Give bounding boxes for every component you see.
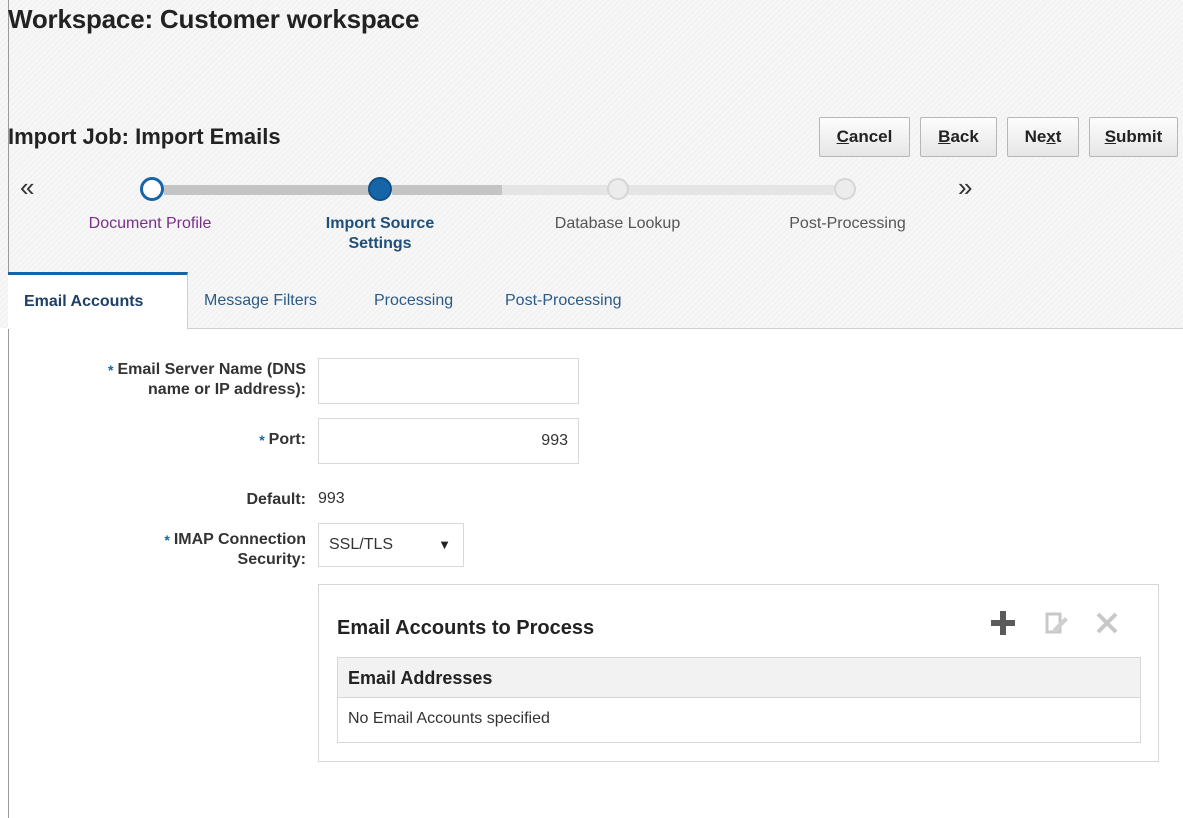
email-server-input[interactable] bbox=[318, 358, 579, 404]
cancel-mnemonic: C bbox=[836, 127, 849, 146]
imap-security-value: SSL/TLS bbox=[329, 536, 394, 553]
train-step-4-node[interactable] bbox=[834, 178, 856, 200]
required-marker: * bbox=[108, 362, 114, 378]
tab-message-filters[interactable]: Message Filters bbox=[204, 292, 317, 310]
email-accounts-panel: Email Accounts to Process Email Addresse… bbox=[318, 584, 1159, 762]
add-icon[interactable] bbox=[989, 609, 1017, 642]
email-accounts-panel-title: Email Accounts to Process bbox=[337, 617, 595, 639]
imap-security-label-line1: IMAP Connection bbox=[173, 531, 306, 548]
empty-table-message: No Email Accounts specified bbox=[348, 710, 550, 727]
tab-post-processing[interactable]: Post-Processing bbox=[505, 292, 622, 310]
train-next-arrow[interactable]: » bbox=[958, 174, 972, 200]
train-previous-arrow[interactable]: « bbox=[20, 174, 34, 200]
email-addresses-table: Email Addresses No Email Accounts specif… bbox=[337, 657, 1141, 743]
port-label-text: Port: bbox=[268, 431, 306, 448]
train-step-2-label-line2: Settings bbox=[348, 235, 412, 252]
next-mnemonic: x bbox=[1046, 127, 1056, 146]
cancel-label-rest: ancel bbox=[848, 127, 893, 146]
port-input[interactable] bbox=[318, 418, 579, 464]
next-label-post: t bbox=[1055, 127, 1062, 146]
left-border bbox=[8, 0, 9, 818]
train-connector-2a bbox=[392, 185, 502, 195]
train-connector-1 bbox=[164, 185, 378, 195]
imap-security-select[interactable]: SSL/TLS ▼ bbox=[318, 523, 464, 567]
edit-icon[interactable] bbox=[1043, 609, 1071, 642]
next-button[interactable]: Ne x t bbox=[1007, 117, 1079, 157]
server-name-label: * Email Server Name (DNS name or IP addre… bbox=[20, 360, 306, 400]
server-name-label-line2: name or IP address): bbox=[148, 381, 306, 398]
back-button[interactable]: Back bbox=[920, 117, 997, 157]
delete-icon[interactable] bbox=[1093, 609, 1121, 642]
submit-label-rest: ubmit bbox=[1116, 127, 1163, 146]
submit-button[interactable]: Submit bbox=[1089, 117, 1178, 157]
email-addresses-column-header[interactable]: Email Addresses bbox=[348, 668, 492, 689]
train-step-2-label[interactable]: Import Source Settings bbox=[300, 214, 460, 254]
imap-security-label-line2: Security: bbox=[237, 551, 306, 568]
train-connector-2b bbox=[502, 185, 608, 195]
dropdown-caret-icon: ▼ bbox=[438, 537, 451, 552]
required-marker: * bbox=[259, 432, 265, 448]
next-label-pre: Ne bbox=[1024, 127, 1047, 146]
default-port-value: 993 bbox=[318, 490, 345, 507]
job-title: Import Job: Import Emails bbox=[8, 124, 281, 149]
cancel-button[interactable]: Cancel bbox=[819, 117, 910, 157]
port-label: * Port: bbox=[20, 430, 306, 450]
default-label: Default: bbox=[246, 491, 306, 508]
tab-processing[interactable]: Processing bbox=[374, 292, 453, 310]
train-step-1-node[interactable] bbox=[140, 177, 164, 201]
train-step-3-node[interactable] bbox=[607, 178, 629, 200]
server-name-label-line1: Email Server Name (DNS bbox=[117, 361, 306, 378]
required-marker: * bbox=[164, 532, 170, 548]
back-label-rest: ack bbox=[950, 127, 979, 146]
train-step-3-label[interactable]: Database Lookup bbox=[530, 214, 705, 234]
train-step-1-label[interactable]: Document Profile bbox=[70, 214, 230, 234]
tab-email-accounts[interactable]: Email Accounts bbox=[8, 272, 188, 329]
imap-security-label: * IMAP Connection Security: bbox=[20, 530, 306, 570]
submit-mnemonic: S bbox=[1104, 127, 1117, 146]
train-step-4-label[interactable]: Post-Processing bbox=[760, 214, 935, 234]
train-step-2-node[interactable] bbox=[368, 177, 392, 201]
workspace-title: Workspace: Customer workspace bbox=[8, 4, 420, 34]
train-step-2-label-line1: Import Source bbox=[325, 215, 435, 232]
back-mnemonic: B bbox=[938, 127, 951, 146]
table-header: Email Addresses bbox=[338, 658, 1140, 698]
train-connector-3 bbox=[628, 185, 834, 195]
